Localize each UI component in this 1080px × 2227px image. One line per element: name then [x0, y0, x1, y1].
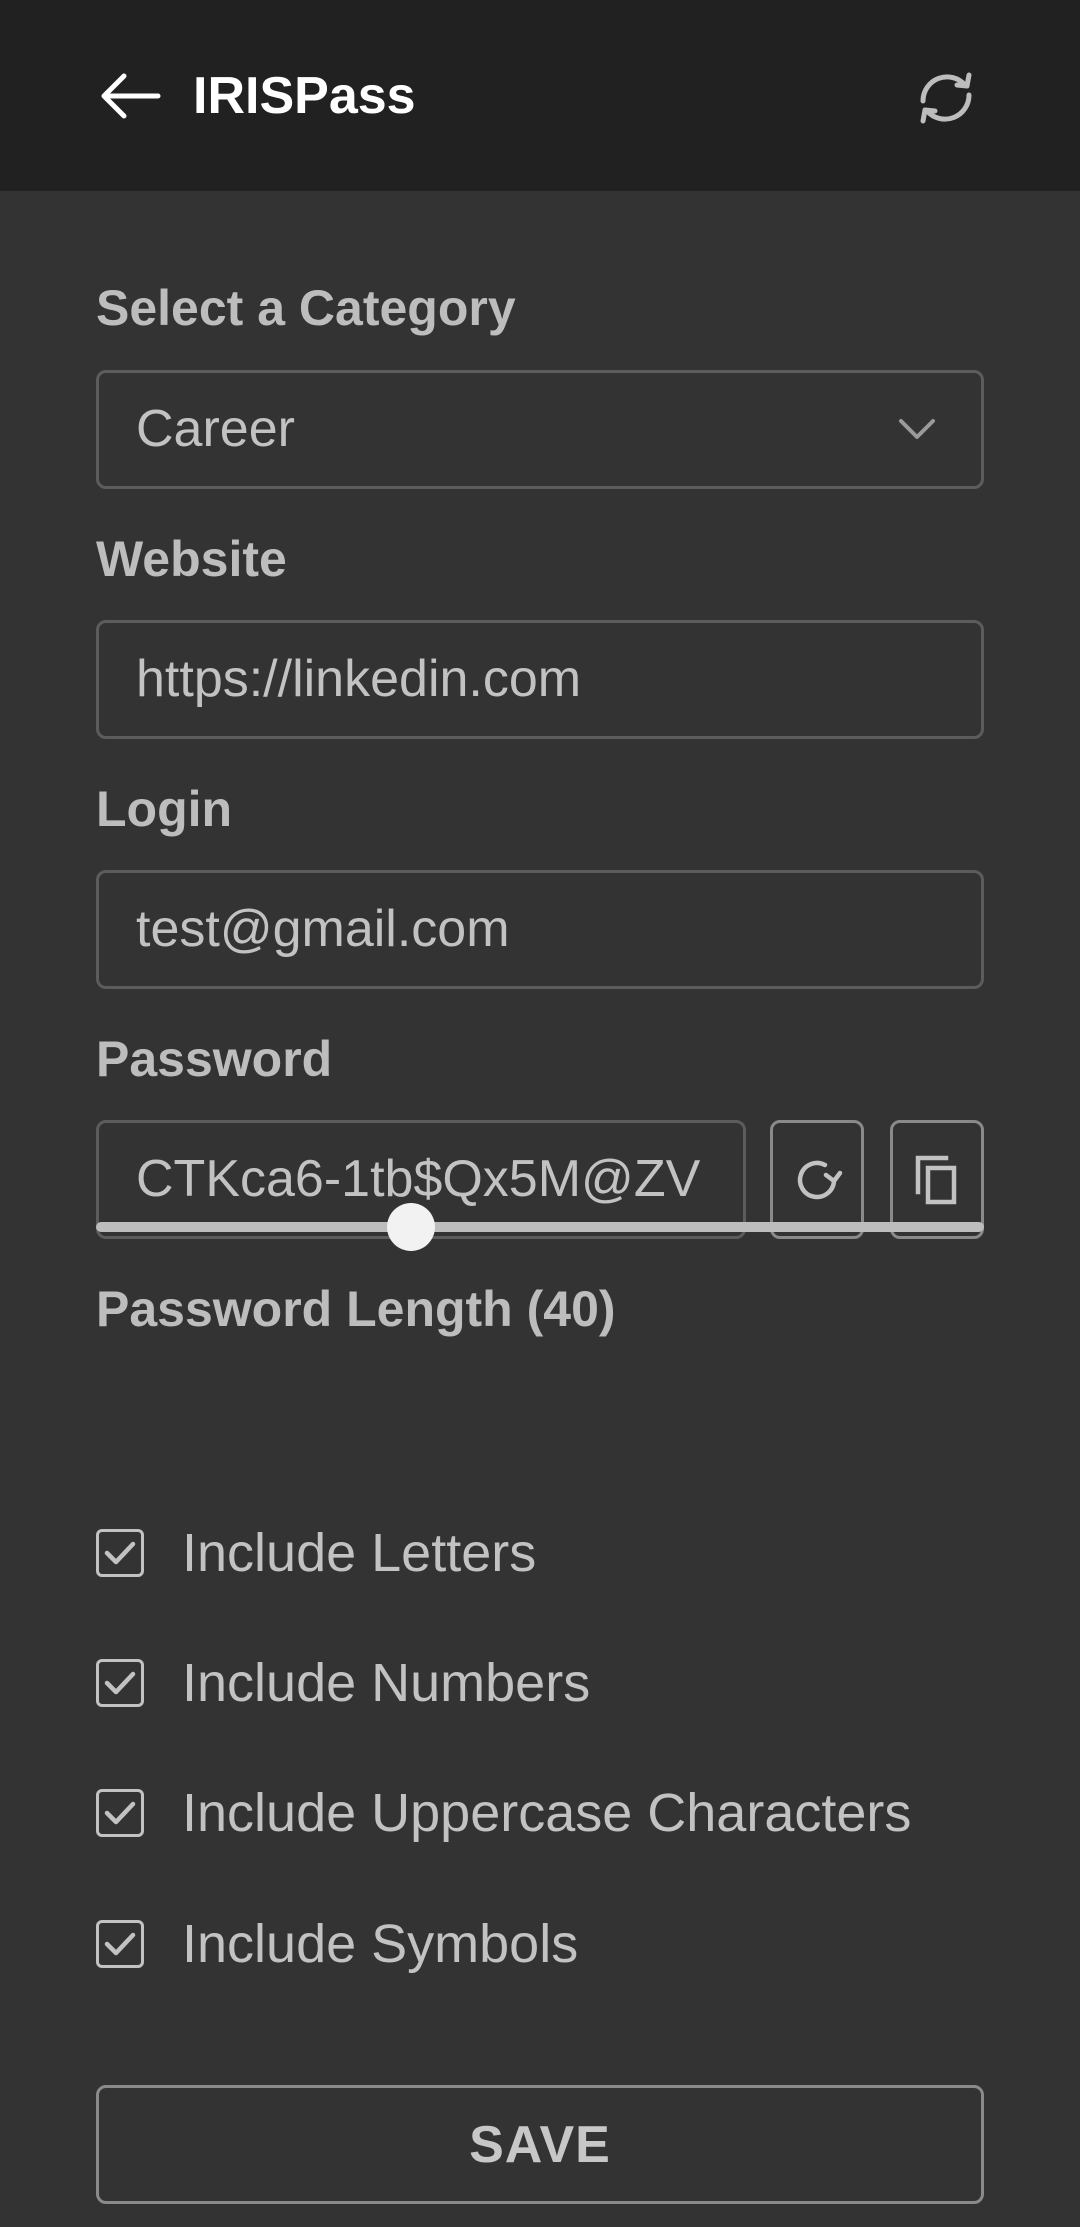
- option-include-uppercase[interactable]: Include Uppercase Characters: [96, 1778, 984, 1848]
- category-selected-value: Career: [136, 400, 295, 458]
- checkbox-include-numbers[interactable]: [96, 1659, 144, 1707]
- check-icon: [104, 1541, 136, 1565]
- slider-thumb[interactable]: [387, 1203, 436, 1251]
- option-label: Include Symbols: [182, 1914, 579, 1974]
- category-label: Select a Category: [96, 280, 516, 336]
- option-include-symbols[interactable]: Include Symbols: [96, 1909, 984, 1979]
- password-label: Password: [96, 1031, 333, 1087]
- website-input[interactable]: https://linkedin.com: [96, 620, 984, 739]
- checkbox-include-letters[interactable]: [96, 1529, 144, 1577]
- checkbox-include-uppercase[interactable]: [96, 1789, 144, 1837]
- option-label: Include Letters: [182, 1523, 537, 1583]
- option-include-letters[interactable]: Include Letters: [96, 1518, 984, 1588]
- password-length-slider[interactable]: [96, 1196, 984, 1256]
- website-value: https://linkedin.com: [136, 650, 582, 708]
- arrow-left-icon: [101, 73, 161, 119]
- website-label: Website: [96, 531, 287, 587]
- category-dropdown[interactable]: Career: [96, 370, 984, 489]
- option-label: Include Numbers: [182, 1653, 591, 1713]
- sync-button[interactable]: [906, 62, 986, 134]
- login-label: Login: [96, 781, 233, 837]
- option-include-numbers[interactable]: Include Numbers: [96, 1648, 984, 1718]
- back-button[interactable]: [90, 60, 170, 132]
- check-icon: [104, 1932, 136, 1956]
- save-button[interactable]: SAVE: [96, 2085, 984, 2204]
- option-label: Include Uppercase Characters: [182, 1783, 912, 1843]
- check-icon: [104, 1801, 136, 1825]
- slider-track: [96, 1222, 984, 1232]
- app-bar: IRISPass: [0, 0, 1080, 191]
- password-length-label: Password Length (40): [96, 1281, 616, 1337]
- app-title: IRISPass: [193, 67, 416, 125]
- sync-icon: [920, 72, 972, 124]
- login-value: test@gmail.com: [136, 900, 510, 958]
- check-icon: [104, 1671, 136, 1695]
- checkbox-include-symbols[interactable]: [96, 1920, 144, 1968]
- chevron-down-icon: [899, 419, 935, 439]
- login-input[interactable]: test@gmail.com: [96, 870, 984, 989]
